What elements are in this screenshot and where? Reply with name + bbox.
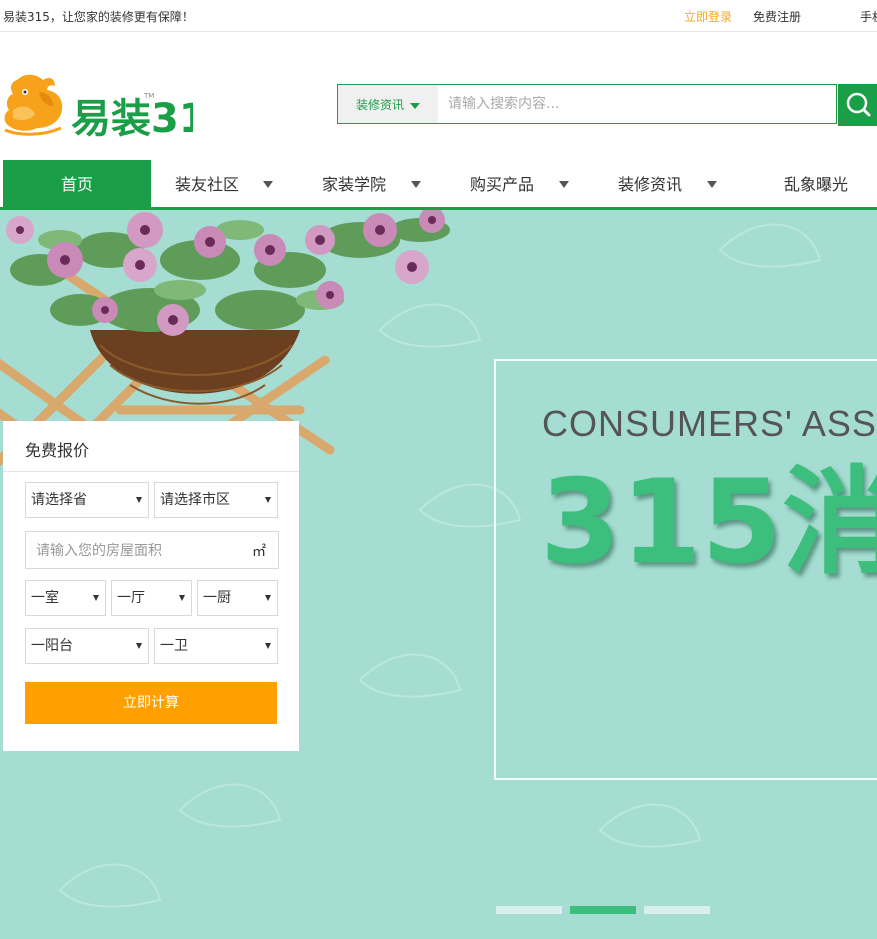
search-icon <box>846 92 871 117</box>
city-select[interactable]: 请选择市区 <box>154 482 278 518</box>
chevron-down-icon <box>93 595 99 601</box>
chevron-down-icon <box>179 595 185 601</box>
bathroom-value: 一卫 <box>160 638 188 654</box>
chevron-down-icon <box>265 595 271 601</box>
hall-value: 一厅 <box>117 590 145 606</box>
search-category-label: 装修资讯 <box>355 98 404 112</box>
panel-title: 免费报价 <box>25 441 90 460</box>
room-value: 一室 <box>31 590 59 606</box>
login-link[interactable]: 立即登录 <box>684 8 732 25</box>
free-quote-panel: 免费报价 请选择省 请选择市区 ㎡ 一室 一厅 一厨 一阳台 一卫 立即计算 <box>3 421 299 751</box>
province-select[interactable]: 请选择省 <box>25 482 149 518</box>
area-input[interactable] <box>26 532 258 570</box>
svg-text:TM: TM <box>143 92 154 100</box>
chevron-down-icon <box>263 181 273 188</box>
banner-headline-cn: 315消费 <box>540 455 877 590</box>
nav-item-academy[interactable]: 家装学院 <box>322 160 386 207</box>
nav-item-home[interactable]: 首页 <box>3 160 151 207</box>
chevron-down-icon <box>265 497 271 503</box>
province-value: 请选择省 <box>31 492 87 508</box>
logo-mascot-icon: 易装315 TM <box>4 74 235 142</box>
kitchen-value: 一厨 <box>203 590 231 606</box>
banner-headline-en: CONSUMERS' ASS <box>542 403 877 444</box>
top-bar: 易装315，让您家的装修更有保障！ 立即登录 免费注册 手机 <box>0 0 877 32</box>
main-nav: 首页 装友社区 家装学院 购买产品 装修资讯 乱象曝光 <box>0 160 877 210</box>
nav-item-community[interactable]: 装友社区 <box>175 160 239 207</box>
chevron-down-icon <box>411 181 421 188</box>
chevron-down-icon <box>265 643 271 649</box>
chevron-down-icon <box>559 181 569 188</box>
calculate-button[interactable]: 立即计算 <box>25 682 277 724</box>
carousel-dot[interactable] <box>496 906 562 914</box>
kitchen-select[interactable]: 一厨 <box>197 580 278 616</box>
bathroom-select[interactable]: 一卫 <box>154 628 278 664</box>
divider <box>3 471 299 472</box>
search-bar: 装修资讯 <box>337 84 877 126</box>
balcony-value: 一阳台 <box>31 638 73 654</box>
chevron-down-icon <box>410 102 420 109</box>
balcony-select[interactable]: 一阳台 <box>25 628 149 664</box>
mobile-link[interactable]: 手机 <box>860 8 877 25</box>
area-field: ㎡ <box>25 531 279 570</box>
search-button[interactable] <box>838 84 877 126</box>
chevron-down-icon <box>136 643 142 649</box>
svg-text:易装315: 易装315 <box>71 96 193 140</box>
site-slogan: 易装315，让您家的装修更有保障！ <box>3 10 194 24</box>
chevron-down-icon <box>707 181 717 188</box>
site-logo[interactable]: 易装315 TM <box>3 70 235 142</box>
chevron-down-icon <box>136 497 142 503</box>
nav-item-news[interactable]: 装修资讯 <box>618 160 682 207</box>
room-select[interactable]: 一室 <box>25 580 106 616</box>
area-unit: ㎡ <box>252 544 266 560</box>
carousel-dot-active[interactable] <box>570 906 636 914</box>
search-input[interactable] <box>440 86 830 122</box>
nav-item-exposure[interactable]: 乱象曝光 <box>784 160 848 207</box>
city-value: 请选择市区 <box>160 492 230 508</box>
register-link[interactable]: 免费注册 <box>753 8 801 25</box>
nav-item-products[interactable]: 购买产品 <box>470 160 534 207</box>
search-category-select[interactable]: 装修资讯 <box>338 85 438 123</box>
hall-select[interactable]: 一厅 <box>111 580 192 616</box>
carousel-dot[interactable] <box>644 906 710 914</box>
search-box: 装修资讯 <box>337 84 837 124</box>
